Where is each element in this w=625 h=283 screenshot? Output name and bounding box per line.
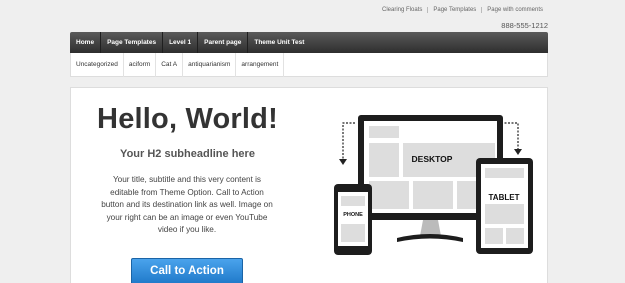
desktop-label: DESKTOP bbox=[412, 154, 453, 164]
cat-item-antiquarianism[interactable]: antiquarianism bbox=[183, 52, 237, 77]
top-link-page-templates[interactable]: Page Templates bbox=[427, 7, 481, 13]
cat-item-cat-a[interactable]: Cat A bbox=[156, 52, 184, 77]
cat-item-arrangement[interactable]: arrangement bbox=[236, 52, 285, 77]
responsive-devices-illustration: DESKTOP TABLET PHONE bbox=[334, 115, 533, 255]
arrow-left-head-icon bbox=[339, 159, 347, 165]
call-to-action-button[interactable]: Call to Action bbox=[131, 258, 243, 283]
arrow-left-icon bbox=[342, 122, 355, 160]
tablet-icon bbox=[476, 158, 533, 254]
phone-label: PHONE bbox=[343, 212, 363, 218]
nav-item-theme-unit-test[interactable]: Theme Unit Test bbox=[248, 32, 310, 53]
hero-text: Your title, subtitle and this very conte… bbox=[101, 175, 273, 235]
main-navigation: Home Page Templates Level 1 Parent page … bbox=[70, 32, 548, 53]
top-link-page-with-comments[interactable]: Page with comments bbox=[481, 7, 548, 13]
nav-item-home[interactable]: Home bbox=[70, 32, 102, 53]
arrow-right-icon bbox=[501, 122, 519, 150]
category-navigation: Uncategorized aciform Cat A antiquariani… bbox=[70, 52, 548, 77]
phone-icon bbox=[334, 184, 372, 255]
nav-item-page-templates[interactable]: Page Templates bbox=[101, 32, 164, 53]
phone-number: 888-555-1212 bbox=[501, 21, 548, 30]
arrow-right-head-icon bbox=[514, 149, 522, 155]
top-link-clearing-floats[interactable]: Clearing Floats bbox=[377, 7, 427, 13]
tablet-label: TABLET bbox=[489, 193, 520, 202]
hero-subtitle: Your H2 subheadline here bbox=[120, 148, 255, 160]
cat-item-aciform[interactable]: aciform bbox=[124, 52, 157, 77]
cat-item-uncategorized[interactable]: Uncategorized bbox=[71, 52, 124, 77]
hero-title: Hello, World! bbox=[97, 103, 278, 135]
nav-item-parent-page[interactable]: Parent page bbox=[198, 32, 249, 53]
nav-item-level-1[interactable]: Level 1 bbox=[163, 32, 199, 53]
top-links: Clearing Floats Page Templates Page with… bbox=[377, 7, 548, 13]
